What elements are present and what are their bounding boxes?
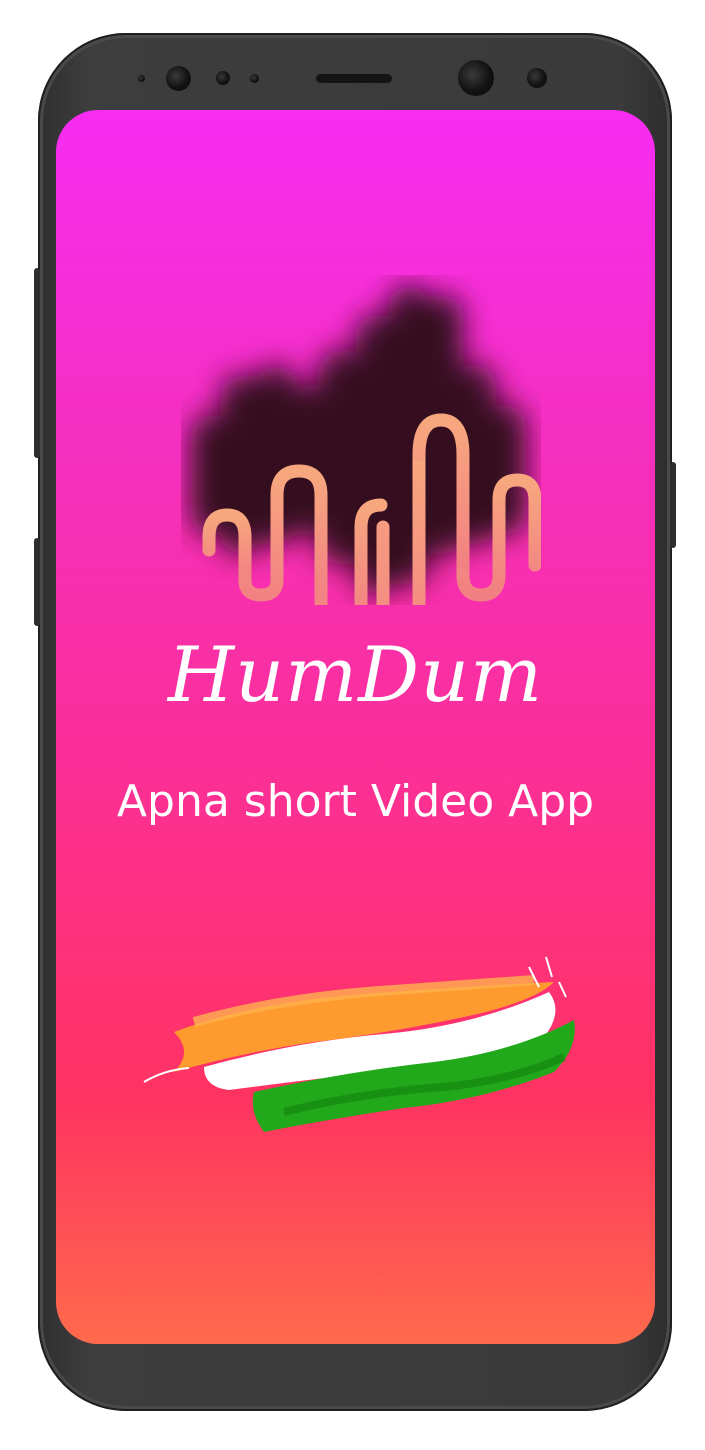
app-name: HumDum xyxy=(167,630,544,719)
power-button xyxy=(670,462,676,548)
waveform-logo-icon xyxy=(181,275,590,700)
earpiece-speaker xyxy=(316,74,392,83)
indian-tricolor-brushstroke-icon xyxy=(134,942,584,1162)
iris-camera-icon xyxy=(458,60,494,96)
volume-up-button xyxy=(34,268,40,458)
ambient-sensor-icon xyxy=(250,74,259,83)
sensor-dot-icon xyxy=(138,75,145,82)
front-camera-icon xyxy=(166,66,191,91)
volume-down-button xyxy=(34,538,40,626)
iris-led-icon xyxy=(527,68,547,88)
proximity-sensor-icon xyxy=(216,71,230,85)
splash-screen: HumDum Apna short Video App xyxy=(56,110,655,1344)
app-tagline: Apna short Video App xyxy=(116,776,595,827)
